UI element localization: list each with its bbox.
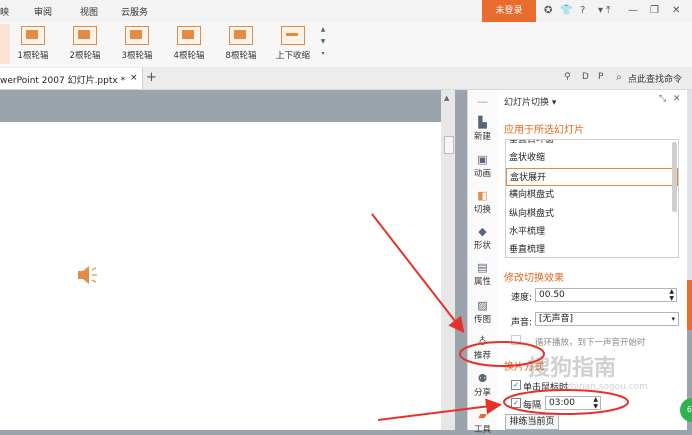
- annotation-overlay: [371, 213, 629, 421]
- annotation-circle-advance-section: [459, 341, 545, 367]
- annotation-circle-every: [503, 389, 629, 415]
- annotation-arrow-recommend: [371, 213, 465, 334]
- annotation-arrow-advance: [377, 398, 502, 421]
